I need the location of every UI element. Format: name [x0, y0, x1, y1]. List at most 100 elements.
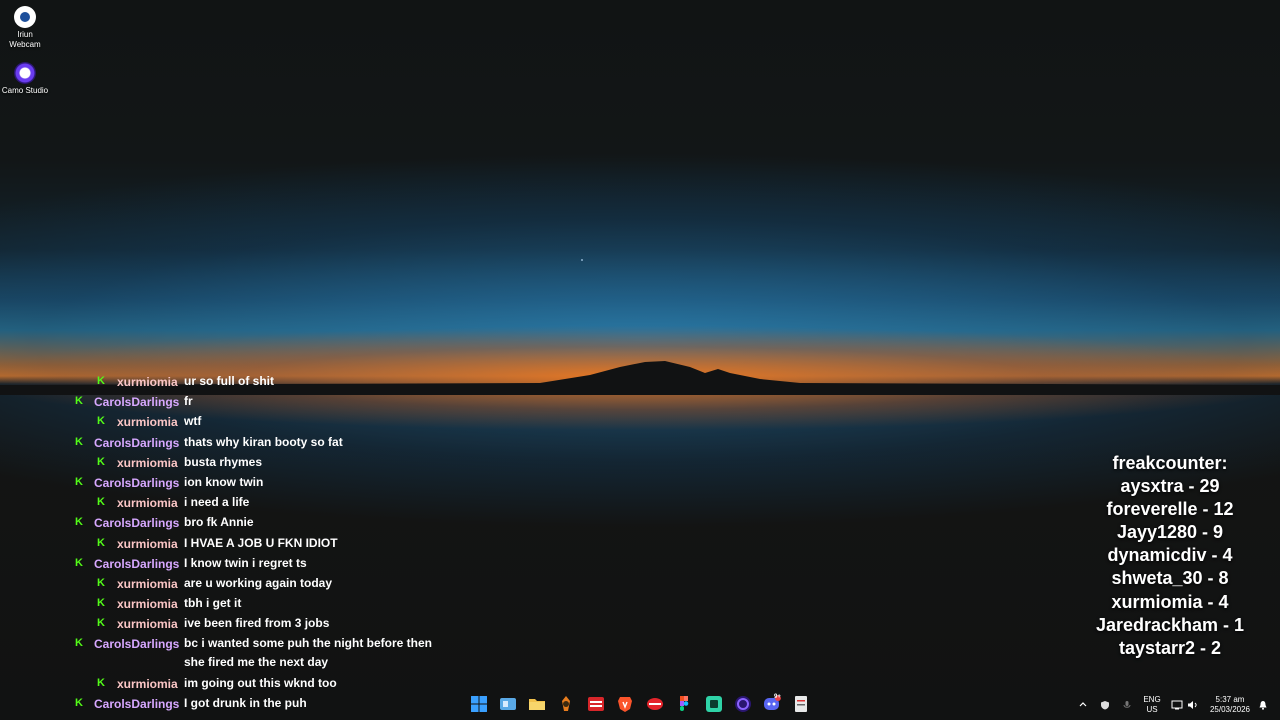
notification-bell-icon[interactable] [1256, 690, 1270, 720]
chat-username: CarolsDarlings [94, 556, 180, 571]
chat-username: xurmiomia [117, 597, 178, 612]
freakcounter-title: freakcounter: [1112, 453, 1228, 473]
show-hidden-icons-chevron-icon[interactable] [1076, 690, 1090, 720]
chat-message: K CarolsDarlings ion know twin [70, 473, 490, 493]
windows-start-icon[interactable] [470, 695, 488, 713]
chat-message: K CarolsDarlings I know twin i regret ts [70, 554, 490, 574]
iriun-webcam-icon [14, 6, 36, 28]
freakcounter-entry: Jaredrackham - 1 [1095, 614, 1245, 635]
desktop-icon-camo-studio[interactable]: Camo Studio [0, 62, 50, 96]
chat-message: Kxurmiomia wtf [70, 412, 490, 432]
kick-badge-icon: K [97, 375, 105, 387]
kick-badge-icon: K [75, 516, 83, 529]
chat-message: Kxurmiomia busta rhymes [70, 453, 490, 473]
chat-text: thats why kiran booty so fat [184, 434, 343, 449]
freakcounter-entry: aysxtra - 29 [1120, 476, 1220, 497]
freakcounter-entry: shweta_30 - 8 [1111, 568, 1229, 589]
chat-text: wtf [184, 414, 202, 429]
microphone-icon[interactable] [1120, 690, 1134, 720]
kick-badge-icon: K [75, 395, 83, 408]
app-teal-icon[interactable] [705, 695, 723, 713]
figma-icon[interactable] [675, 695, 693, 713]
chat-text: I know twin i regret ts [184, 555, 307, 570]
chat-username: xurmiomia [117, 415, 178, 430]
brave-icon[interactable] [616, 695, 634, 713]
chat-message: K CarolsDarlings bro fk Annie [70, 513, 490, 533]
freakcounter-entry: foreverelle - 12 [1106, 499, 1234, 520]
desktop-icon-label: Webcam [9, 40, 41, 49]
chat-username: CarolsDarlings [94, 435, 180, 450]
volume-icon[interactable] [1186, 690, 1200, 720]
chat-text: bc i wanted some puh the night before th… [184, 636, 433, 670]
chat-message: K CarolsDarlings fr [70, 392, 490, 412]
chat-message: Kxurmiomia ive been fired from 3 jobs [70, 614, 490, 634]
chat-text: i need a life [184, 495, 250, 510]
chat-username: CarolsDarlings [94, 637, 180, 652]
chat-username: CarolsDarlings [94, 516, 180, 531]
freakcounter-entry: taystarr2 - 2 [1118, 637, 1222, 658]
chat-message: Kxurmiomia ur so full of shit [70, 372, 490, 392]
language-label: ENG [1143, 695, 1161, 704]
desktop-icon-label: Iriun [17, 30, 33, 39]
chat-message: Kxurmiomia I HVAE A JOB U FKN IDIOT [70, 534, 490, 554]
kick-badge-icon: K [97, 415, 105, 428]
chat-username: xurmiomia [117, 496, 178, 511]
kick-badge-icon: K [97, 676, 105, 689]
network-icon[interactable] [1170, 690, 1184, 720]
chat-message: K CarolsDarlings thats why kiran booty so … [70, 433, 490, 453]
file-explorer-icon[interactable] [528, 695, 546, 713]
security-shield-icon[interactable] [1098, 690, 1112, 720]
kick-badge-icon: K [97, 617, 105, 630]
chat-message: K CarolsDarlings bc i wanted some puh the … [70, 634, 490, 674]
chat-username: xurmiomia [117, 617, 178, 632]
freakcounter-entry: xurmiomia - 4 [1111, 591, 1229, 612]
app-doc-icon[interactable] [792, 695, 810, 713]
clock-date: 25/03/2026 [1209, 705, 1251, 714]
chat-username: xurmiomia [117, 536, 178, 551]
chat-username: CarolsDarlings [94, 395, 180, 410]
kick-badge-icon: K [97, 536, 105, 549]
chat-overlay: Kxurmiomia ur so full of shit K CarolsDarl… [70, 372, 490, 714]
app-red-icon[interactable] [646, 695, 664, 713]
vivid-icon[interactable] [587, 695, 605, 713]
desktop-icon-label: Camo Studio [1, 86, 49, 95]
chat-username: xurmiomia [117, 576, 178, 591]
chat-text: ive been fired from 3 jobs [184, 616, 330, 631]
chat-text: fr [184, 394, 193, 409]
kick-badge-icon: K [97, 496, 105, 509]
chat-message: Kxurmiomia i need a life [70, 493, 490, 513]
kick-badge-icon: K [75, 556, 83, 569]
chat-username: xurmiomia [117, 455, 178, 470]
discord-notification-badge: 9+ [774, 694, 781, 700]
chat-username: xurmiomia [117, 676, 178, 691]
chat-username: xurmiomia [117, 375, 178, 389]
widgets-icon[interactable] [499, 695, 517, 713]
chat-message: Kxurmiomia are u working again today [70, 574, 490, 594]
keyboard-layout-label: US [1146, 705, 1158, 714]
chat-text: tbh i get it [184, 596, 242, 611]
kick-badge-icon: K [75, 475, 83, 488]
language-indicator[interactable]: ENG US [1138, 690, 1166, 720]
chat-text: busta rhymes [184, 454, 263, 469]
star [581, 259, 583, 261]
chat-text: I HVAE A JOB U FKN IDIOT [184, 535, 338, 550]
clock-time: 5:37 am [1215, 695, 1245, 704]
chat-text: ur so full of shit [184, 374, 274, 388]
chat-username: CarolsDarlings [94, 475, 180, 490]
kick-badge-icon: K [75, 637, 83, 650]
chat-message: Kxurmiomia tbh i get it [70, 594, 490, 614]
freakcounter-overlay: freakcounter: aysxtra - 29 foreverelle -… [1080, 452, 1260, 660]
kick-badge-icon: K [75, 435, 83, 448]
chat-text: ion know twin [184, 474, 264, 489]
app-icon[interactable] [557, 695, 575, 713]
system-clock[interactable]: 5:37 am 25/03/2026 [1204, 690, 1256, 720]
chat-text: bro fk Annie [184, 515, 254, 530]
chat-text: are u working again today [184, 575, 333, 590]
camo-studio-icon [14, 62, 36, 84]
kick-badge-icon: K [97, 597, 105, 610]
kick-badge-icon: K [97, 455, 105, 468]
freakcounter-entry: dynamicdiv - 4 [1107, 545, 1233, 566]
camo-icon[interactable] [734, 695, 752, 713]
desktop-icon-iriun-webcam[interactable]: Iriun Webcam [0, 6, 50, 50]
freakcounter-entry: Jayy1280 - 9 [1116, 522, 1224, 543]
